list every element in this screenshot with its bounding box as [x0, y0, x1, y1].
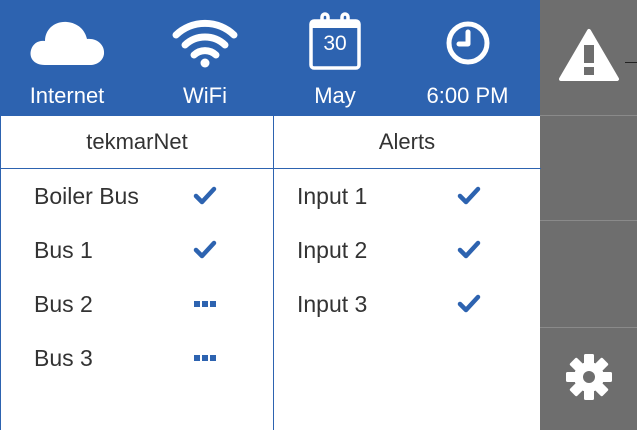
- gear-icon: [564, 352, 614, 407]
- pending-dots-icon: [190, 338, 220, 378]
- sidebar-tick: [625, 62, 637, 63]
- list-item-label: Boiler Bus: [34, 183, 139, 209]
- check-icon: [190, 176, 220, 216]
- alerts-heading: Alerts: [378, 129, 436, 154]
- status-panel: tekmarNet Alerts Boiler Bus Bus 1 Bus 2 Bus…: [0, 116, 541, 430]
- wifi-icon: [150, 8, 260, 78]
- calendar-icon: 30: [290, 6, 380, 76]
- list-item-label: Bus 2: [34, 291, 93, 317]
- pending-dots-icon: [190, 284, 220, 324]
- heading-divider: [1, 168, 541, 169]
- internet-status[interactable]: Internet: [12, 0, 122, 116]
- date-status[interactable]: 30 May: [290, 0, 380, 116]
- cloud-icon: [12, 8, 122, 78]
- check-icon: [454, 284, 484, 324]
- sidebar: [540, 0, 637, 430]
- tekmar-status-screen: Internet WiFi 30 May 6:00 PM tekmarNet A…: [0, 0, 637, 430]
- internet-label: Internet: [29, 83, 105, 108]
- alert-icon: [558, 27, 620, 88]
- check-icon: [190, 230, 220, 270]
- settings-button[interactable]: [540, 328, 637, 430]
- clock-icon: [405, 8, 530, 78]
- calendar-month: May: [314, 83, 356, 108]
- wifi-label: WiFi: [183, 83, 227, 108]
- time-status[interactable]: 6:00 PM: [405, 0, 530, 116]
- sidebar-blank-button-2[interactable]: [540, 221, 637, 327]
- calendar-day: 30: [323, 32, 347, 55]
- status-header: Internet WiFi 30 May 6:00 PM: [0, 0, 540, 116]
- sidebar-blank-button-1[interactable]: [540, 116, 637, 220]
- alert-button[interactable]: [540, 0, 637, 115]
- wifi-status[interactable]: WiFi: [150, 0, 260, 116]
- check-icon: [454, 230, 484, 270]
- list-item-label: Input 2: [297, 237, 368, 263]
- list-item-label: Input 3: [297, 291, 368, 317]
- tekmarnet-heading: tekmarNet: [86, 129, 188, 154]
- list-item-label: Bus 3: [34, 345, 93, 371]
- time-label: 6:00 PM: [426, 83, 509, 108]
- list-item-label: Input 1: [297, 183, 368, 209]
- list-item-label: Bus 1: [34, 237, 93, 263]
- check-icon: [454, 176, 484, 216]
